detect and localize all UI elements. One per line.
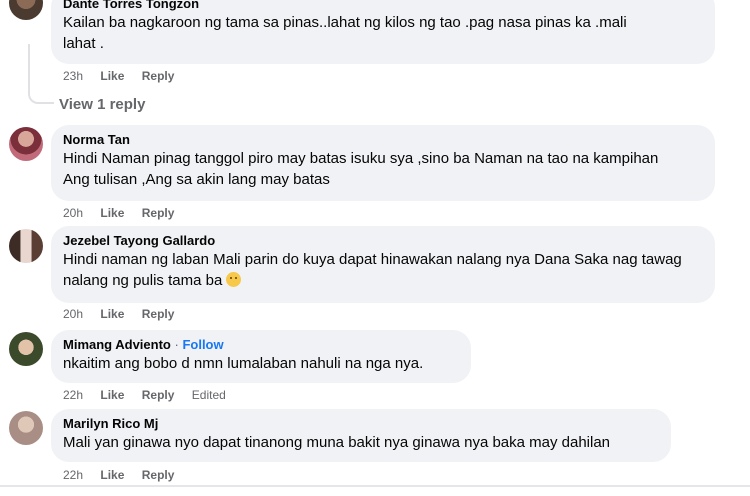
comment-author[interactable]: Dante Torres Tongzon <box>63 0 703 12</box>
avatar[interactable] <box>9 229 43 263</box>
comment-text: Hindi naman ng laban Mali parin do kuya … <box>63 249 703 291</box>
like-button[interactable]: Like <box>100 388 124 402</box>
reply-button[interactable]: Reply <box>142 69 175 83</box>
comment-text: Kailan ba nagkaroon ng tama sa pinas..la… <box>63 14 627 52</box>
reply-button[interactable]: Reply <box>142 206 175 220</box>
avatar[interactable] <box>9 127 43 161</box>
reply-button[interactable]: Reply <box>142 388 175 402</box>
comment-bubble: Jezebel Tayong Gallardo Hindi naman ng l… <box>51 226 715 303</box>
comment-time[interactable]: 22h <box>63 388 83 402</box>
comment-author[interactable]: Jezebel Tayong Gallardo <box>63 232 703 249</box>
divider <box>0 485 750 487</box>
comment-actions: 20h Like Reply <box>63 205 188 221</box>
avatar[interactable] <box>9 411 43 445</box>
comment-bubble: Mimang Adviento · Follow nkaitim ang bob… <box>51 330 471 383</box>
like-button[interactable]: Like <box>100 307 124 321</box>
reply-button[interactable]: Reply <box>142 468 175 482</box>
follow-button[interactable]: Follow <box>182 337 223 352</box>
edited-label: Edited <box>191 388 226 402</box>
sad-face-emoji-icon <box>226 272 242 287</box>
comment-time[interactable]: 22h <box>63 468 83 482</box>
like-button[interactable]: Like <box>100 206 124 220</box>
comment-text: Hindi Naman pinag tanggol piro may batas… <box>63 150 659 188</box>
reply-button[interactable]: Reply <box>142 307 175 321</box>
comment-author[interactable]: Norma Tan <box>63 131 703 148</box>
comment-author[interactable]: Marilyn Rico Mj <box>63 415 659 432</box>
view-replies-link[interactable]: View 1 reply <box>59 95 145 115</box>
separator-dot: · <box>174 337 179 352</box>
comment-text-body: Hindi naman ng laban Mali parin do kuya … <box>63 251 682 289</box>
like-button[interactable]: Like <box>100 468 124 482</box>
comment-bubble: Dante Torres Tongzon Kailan ba nagkaroon… <box>51 0 715 64</box>
comment-text: nkaitim ang bobo d nmn lumalaban nahuli … <box>63 355 424 372</box>
comment-text: Mali yan ginawa nyo dapat tinanong muna … <box>63 434 611 451</box>
reply-thread-line <box>28 44 54 104</box>
comment-time[interactable]: 20h <box>63 307 83 321</box>
comment-actions: 20h Like Reply <box>63 306 188 322</box>
comment-author-row: Mimang Adviento · Follow <box>63 336 459 353</box>
like-button[interactable]: Like <box>100 69 124 83</box>
comment-actions: 22h Like Reply <box>63 467 188 483</box>
comment-actions: 23h Like Reply <box>63 68 188 84</box>
comment-bubble: Norma Tan Hindi Naman pinag tanggol piro… <box>51 125 715 201</box>
avatar[interactable] <box>9 332 43 366</box>
avatar[interactable] <box>9 0 43 20</box>
comment-actions: 22h Like Reply Edited <box>63 387 240 403</box>
comment-time[interactable]: 20h <box>63 206 83 220</box>
comment-time[interactable]: 23h <box>63 69 83 83</box>
comment-bubble: Marilyn Rico Mj Mali yan ginawa nyo dapa… <box>51 409 671 462</box>
comment-author[interactable]: Mimang Adviento <box>63 337 171 352</box>
